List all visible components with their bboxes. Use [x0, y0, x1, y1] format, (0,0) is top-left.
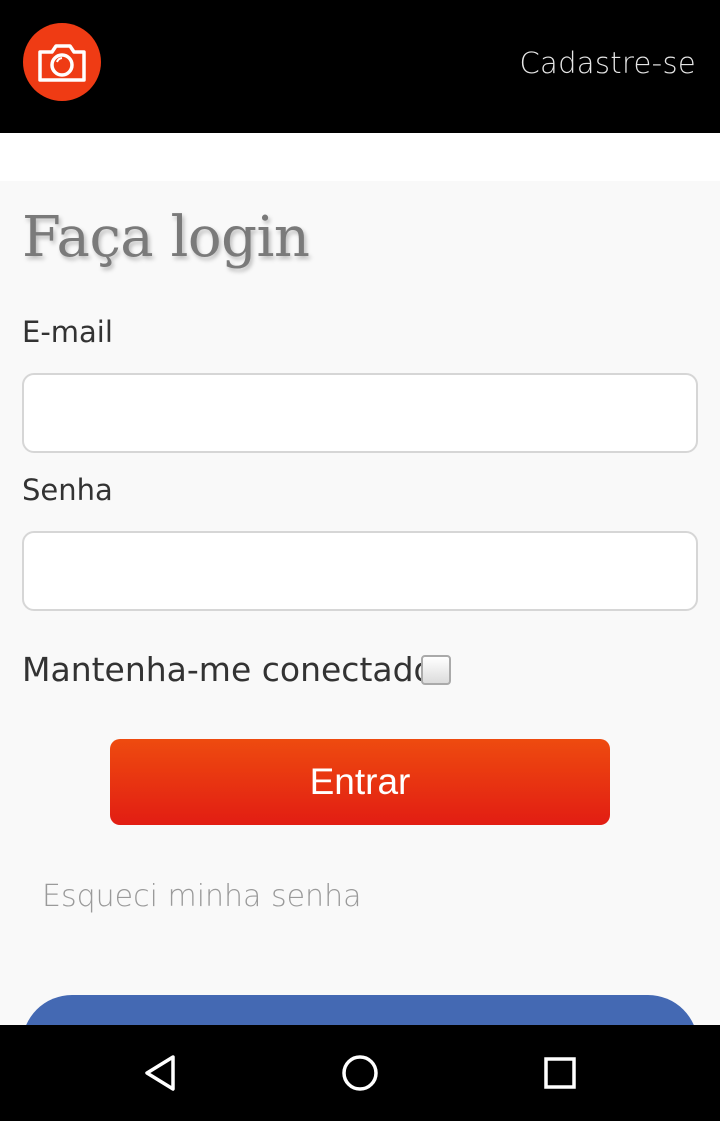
email-label: E-mail	[22, 315, 113, 349]
remember-label: Mantenha-me conectado	[22, 650, 434, 689]
signup-link[interactable]: Cadastre-se	[519, 46, 696, 80]
home-button[interactable]	[338, 1051, 382, 1095]
back-triangle-icon	[145, 1055, 175, 1091]
email-field[interactable]	[22, 373, 698, 453]
app-logo[interactable]	[23, 23, 101, 101]
recents-button[interactable]	[538, 1051, 582, 1095]
home-circle-icon	[342, 1055, 378, 1091]
password-label: Senha	[22, 473, 113, 507]
page-title: Faça login	[22, 205, 310, 270]
system-nav-bar	[0, 1025, 720, 1121]
camera-icon	[38, 44, 86, 82]
secondary-login-button[interactable]	[22, 995, 698, 1025]
remember-checkbox[interactable]	[421, 655, 451, 685]
login-button[interactable]: Entrar	[110, 739, 610, 825]
forgot-password-link[interactable]: Esqueci minha senha	[42, 879, 361, 914]
login-panel: Faça login E-mail Senha Mantenha-me cone…	[0, 181, 720, 1025]
top-bar: Cadastre-se	[0, 0, 720, 133]
password-field[interactable]	[22, 531, 698, 611]
back-button[interactable]	[138, 1051, 182, 1095]
recents-square-icon	[544, 1057, 576, 1089]
